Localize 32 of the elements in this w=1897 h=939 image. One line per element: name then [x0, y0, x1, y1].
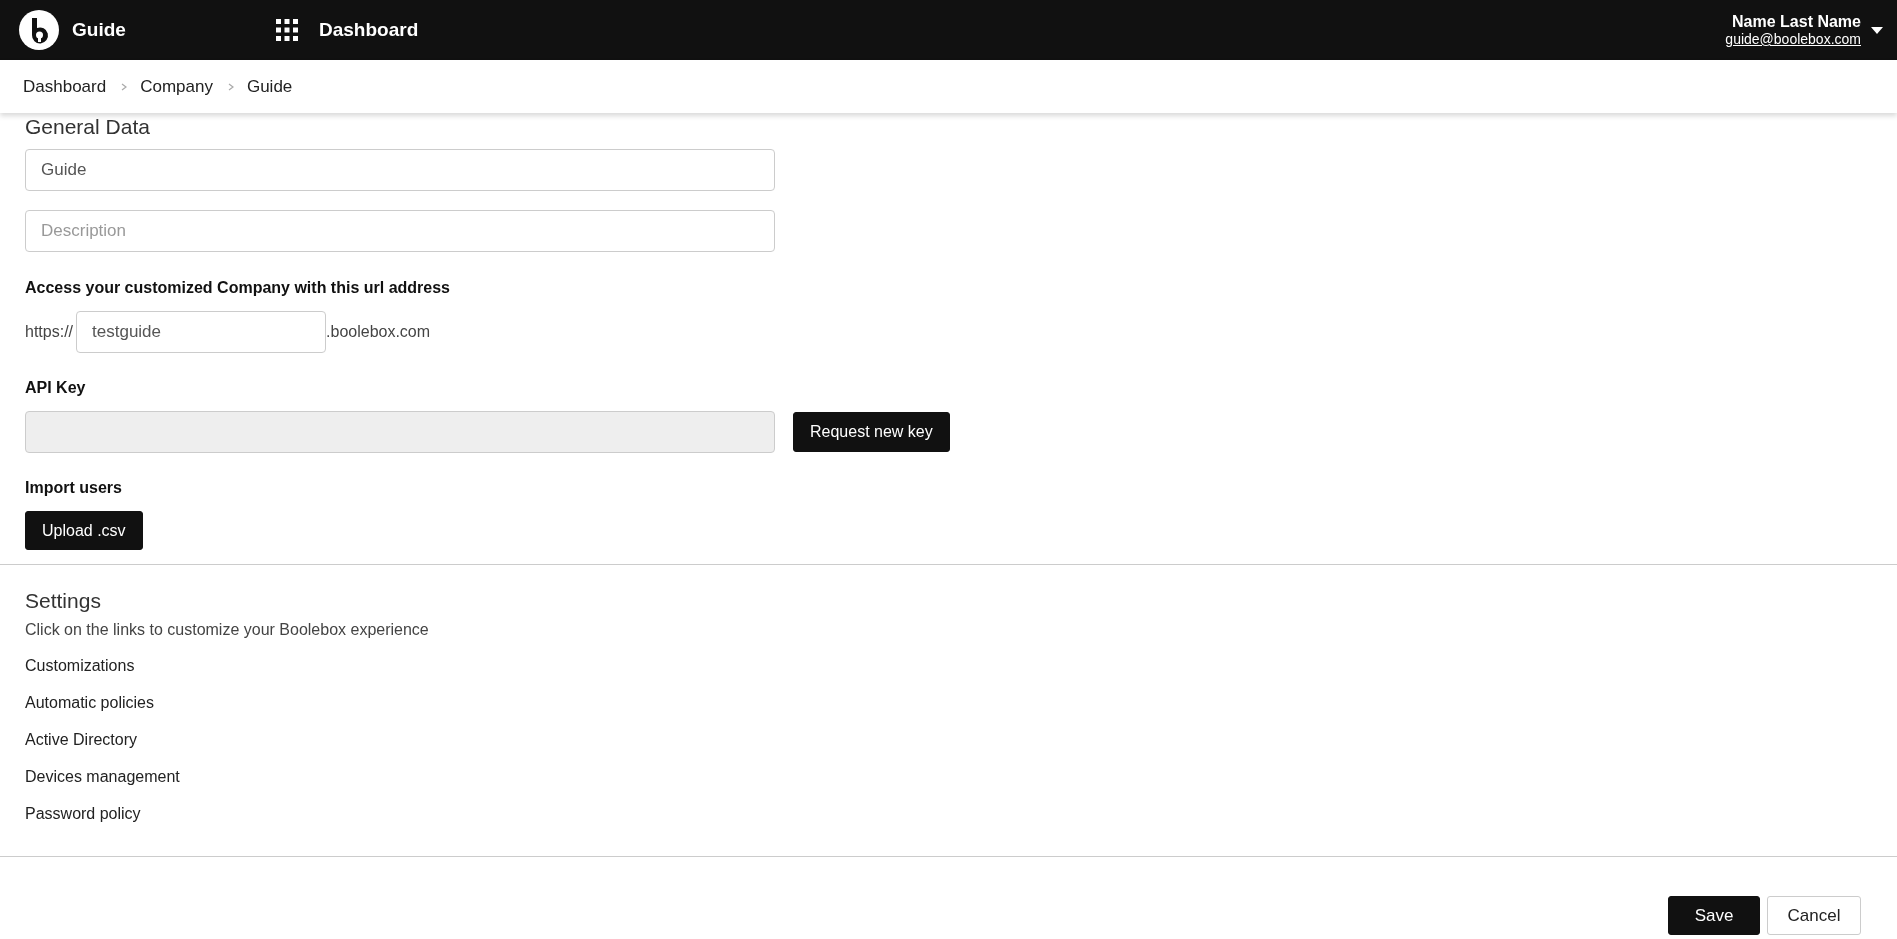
- dashboard-link[interactable]: Dashboard: [319, 19, 419, 41]
- settings-link[interactable]: Password policy: [25, 805, 141, 823]
- section-title: General Data: [25, 115, 150, 139]
- settings-description: Click on the links to customize your Boolebox experience: [25, 621, 429, 639]
- chevron-icon: [121, 82, 128, 91]
- breadcrumb-link[interactable]: Dashboard: [23, 76, 107, 97]
- settings-link[interactable]: Active Directory: [25, 731, 138, 749]
- save-button[interactable]: Save: [1668, 896, 1760, 935]
- url-suffix: .boolebox.com: [326, 323, 431, 341]
- url-prefix: https://: [25, 323, 74, 341]
- section-title: Settings: [25, 589, 101, 613]
- subdomain-field[interactable]: testguide: [76, 311, 327, 353]
- settings-link[interactable]: Customizations: [25, 657, 135, 675]
- breadcrumb-link[interactable]: Guide: [246, 76, 293, 97]
- breadcrumb-link[interactable]: Company: [140, 76, 213, 97]
- settings-link[interactable]: Devices management: [25, 768, 180, 786]
- request-key-button[interactable]: Request new key: [793, 412, 950, 452]
- name-field[interactable]: Guide: [25, 149, 775, 191]
- app-name: Guide: [72, 19, 126, 41]
- settings-link[interactable]: Automatic policies: [25, 694, 154, 712]
- caret-icon[interactable]: [1871, 26, 1883, 34]
- cancel-button[interactable]: Cancel: [1767, 896, 1861, 935]
- upload-button[interactable]: Upload .csv: [25, 511, 143, 550]
- chevron-icon: [227, 82, 234, 91]
- user-name[interactable]: Name Last Name: [1732, 13, 1861, 31]
- user-email-link[interactable]: guide@boolebox.com: [1725, 31, 1861, 47]
- logo-icon[interactable]: [19, 10, 59, 50]
- field-label: API Key: [25, 379, 86, 397]
- apps-grid-icon[interactable]: [276, 19, 298, 41]
- field-label: Access your customized Company with this url address: [25, 279, 450, 297]
- field-label: Import users: [25, 479, 122, 497]
- description-field[interactable]: Description: [25, 210, 775, 252]
